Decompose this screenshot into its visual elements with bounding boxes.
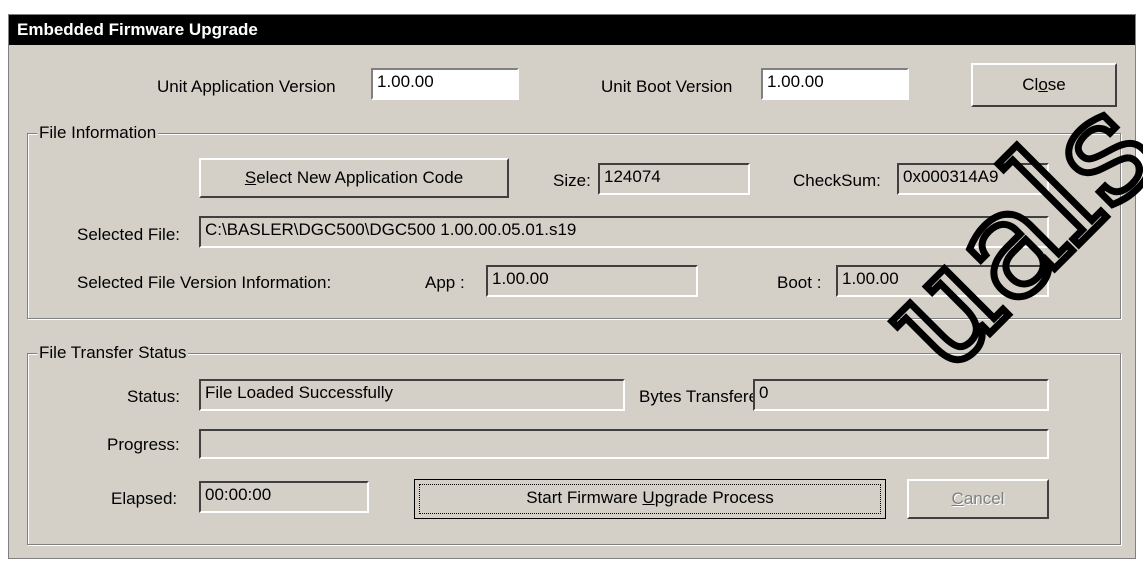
select-button-label: elect New Application Code (256, 168, 464, 187)
progress-bar (199, 429, 1049, 459)
size-label: Size: (553, 171, 591, 190)
close-label-post: se (1047, 75, 1066, 94)
status-label: Status: (127, 387, 180, 406)
select-new-application-code-button[interactable]: Select New Application Code (199, 158, 509, 198)
unit-boot-version-field[interactable]: 1.00.00 (761, 68, 909, 100)
bytes-transfered-field: 0 (753, 379, 1049, 411)
unit-app-version-field[interactable]: 1.00.00 (371, 68, 519, 100)
close-label-accel: o (1038, 75, 1048, 94)
elapsed-label: Elapsed: (111, 489, 178, 508)
selected-file-label: Selected File: (77, 225, 180, 244)
boot-version-field: 1.00.00 (836, 265, 1049, 297)
checksum-field: 0x000314A9 (897, 163, 1049, 195)
close-button[interactable]: Close (971, 63, 1117, 107)
cancel-button[interactable]: Cancel (907, 479, 1049, 519)
focus-rectangle (419, 484, 881, 514)
cancel-label-accel: C (951, 489, 964, 508)
elapsed-field: 00:00:00 (199, 481, 369, 513)
close-label-pre: Cl (1022, 75, 1039, 94)
size-field: 124074 (598, 163, 750, 195)
cancel-label: ancel (963, 489, 1005, 508)
boot-label: Boot : (777, 273, 822, 292)
firmware-upgrade-window: Embedded Firmware Upgrade Unit Applicati… (8, 14, 1136, 559)
status-field: File Loaded Successfully (199, 379, 625, 411)
selected-file-version-label: Selected File Version Information: (77, 273, 332, 292)
selected-file-field: C:\BASLER\DGC500\DGC500 1.00.00.05.01.s1… (199, 216, 1049, 248)
checksum-label: CheckSum: (793, 171, 881, 190)
start-firmware-upgrade-button[interactable]: Start Firmware Upgrade Process (414, 479, 886, 519)
file-information-title: File Information (37, 123, 159, 143)
app-version-field: 1.00.00 (486, 265, 698, 297)
select-button-accel: S (244, 168, 257, 187)
bytes-transfered-label: Bytes Transfered (639, 387, 768, 406)
file-transfer-status-title: File Transfer Status (37, 343, 189, 363)
progress-label: Progress: (107, 435, 180, 454)
unit-boot-version-label: Unit Boot Version (601, 77, 733, 96)
unit-app-version-label: Unit Application Version (157, 77, 336, 96)
app-label: App : (425, 273, 465, 292)
window-title: Embedded Firmware Upgrade (9, 15, 1135, 45)
